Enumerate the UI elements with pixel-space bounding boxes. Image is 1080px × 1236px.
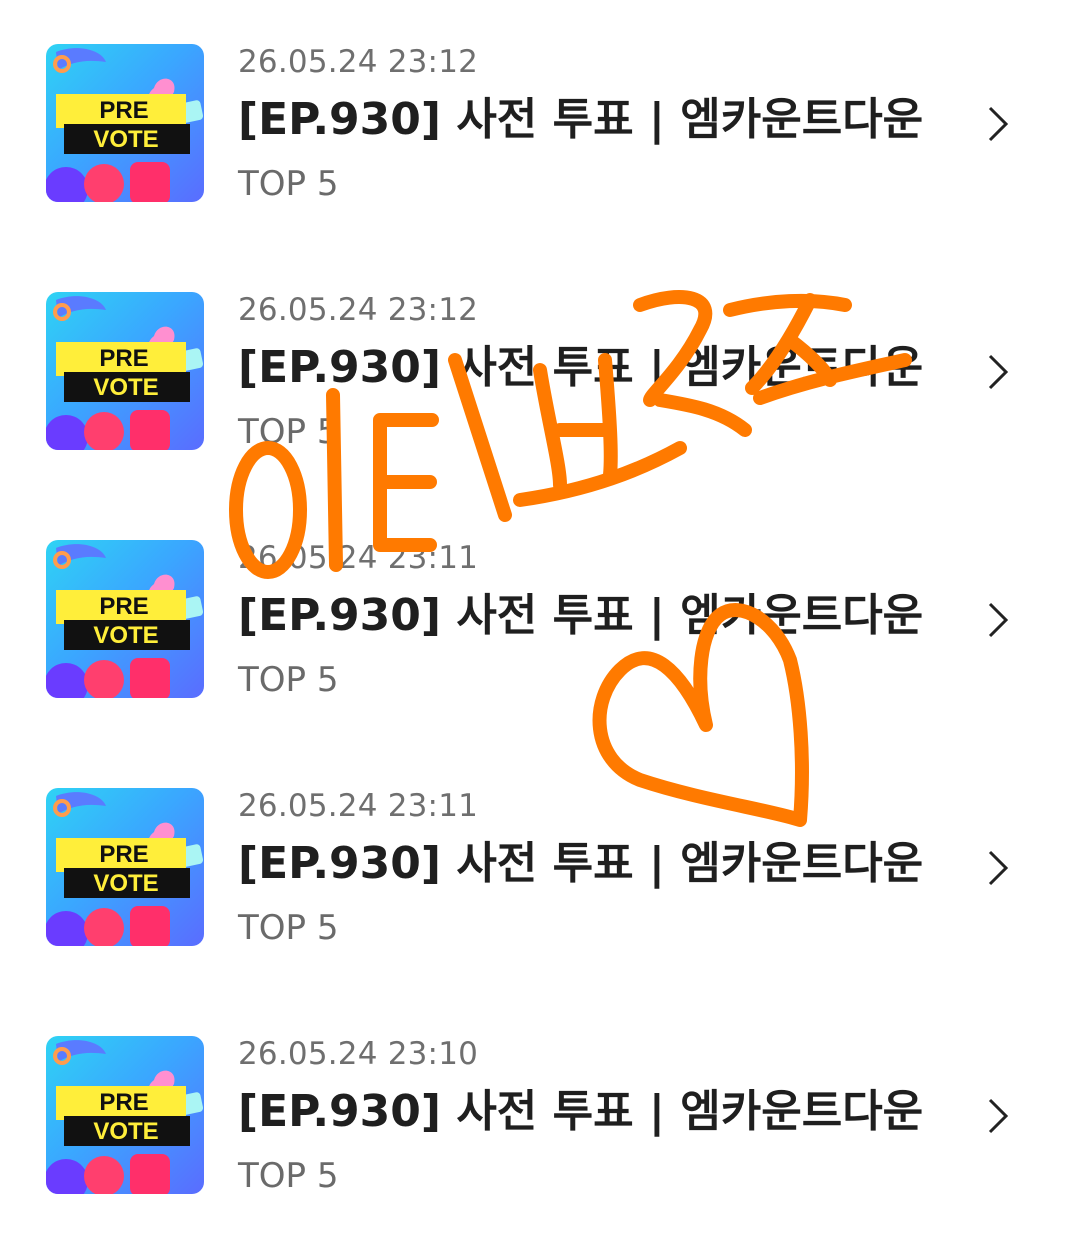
pre-vote-thumbnail: PRE VOTE	[46, 788, 204, 946]
chevron-right-icon[interactable]	[984, 600, 1014, 640]
item-date: 26.05.24 23:10	[238, 1036, 479, 1072]
chevron-right-icon[interactable]	[984, 1096, 1014, 1136]
item-subtitle: TOP 5	[238, 660, 339, 700]
item-title: [EP.930] 사전 투표 | 엠카운트다운	[238, 94, 924, 145]
thumbnail-line1: PRE	[99, 1089, 148, 1116]
thumbnail-line1: PRE	[99, 593, 148, 620]
pre-vote-thumbnail: PRE VOTE	[46, 292, 204, 450]
item-title: [EP.930] 사전 투표 | 엠카운트다운	[238, 1086, 924, 1137]
list-item[interactable]: PRE VOTE 26.05.24 23:12 [EP.930] 사전 투표 |…	[0, 44, 1080, 244]
item-subtitle: TOP 5	[238, 412, 339, 452]
chevron-right-icon[interactable]	[984, 104, 1014, 144]
chevron-right-icon[interactable]	[984, 848, 1014, 888]
item-date: 26.05.24 23:11	[238, 540, 479, 576]
item-subtitle: TOP 5	[238, 164, 339, 204]
item-date: 26.05.24 23:12	[238, 292, 479, 328]
list-item[interactable]: PRE VOTE 26.05.24 23:12 [EP.930] 사전 투표 |…	[0, 292, 1080, 492]
item-subtitle: TOP 5	[238, 1156, 339, 1196]
thumbnail-line2: VOTE	[93, 1118, 158, 1145]
thumbnail-line2: VOTE	[93, 126, 158, 153]
item-date: 26.05.24 23:11	[238, 788, 479, 824]
item-title: [EP.930] 사전 투표 | 엠카운트다운	[238, 590, 924, 641]
thumbnail-line1: PRE	[99, 841, 148, 868]
list-item[interactable]: PRE VOTE 26.05.24 23:11 [EP.930] 사전 투표 |…	[0, 540, 1080, 740]
item-subtitle: TOP 5	[238, 908, 339, 948]
thumbnail-line2: VOTE	[93, 374, 158, 401]
list-item[interactable]: PRE VOTE 26.05.24 23:10 [EP.930] 사전 투표 |…	[0, 1036, 1080, 1236]
thumbnail-line1: PRE	[99, 97, 148, 124]
item-title: [EP.930] 사전 투표 | 엠카운트다운	[238, 838, 924, 889]
thumbnail-line1: PRE	[99, 345, 148, 372]
item-title: [EP.930] 사전 투표 | 엠카운트다운	[238, 342, 924, 393]
thumbnail-line2: VOTE	[93, 870, 158, 897]
thumbnail-line2: VOTE	[93, 622, 158, 649]
list-item[interactable]: PRE VOTE 26.05.24 23:11 [EP.930] 사전 투표 |…	[0, 788, 1080, 988]
pre-vote-thumbnail: PRE VOTE	[46, 540, 204, 698]
pre-vote-thumbnail: PRE VOTE	[46, 1036, 204, 1194]
chevron-right-icon[interactable]	[984, 352, 1014, 392]
pre-vote-thumbnail: PRE VOTE	[46, 44, 204, 202]
item-date: 26.05.24 23:12	[238, 44, 479, 80]
